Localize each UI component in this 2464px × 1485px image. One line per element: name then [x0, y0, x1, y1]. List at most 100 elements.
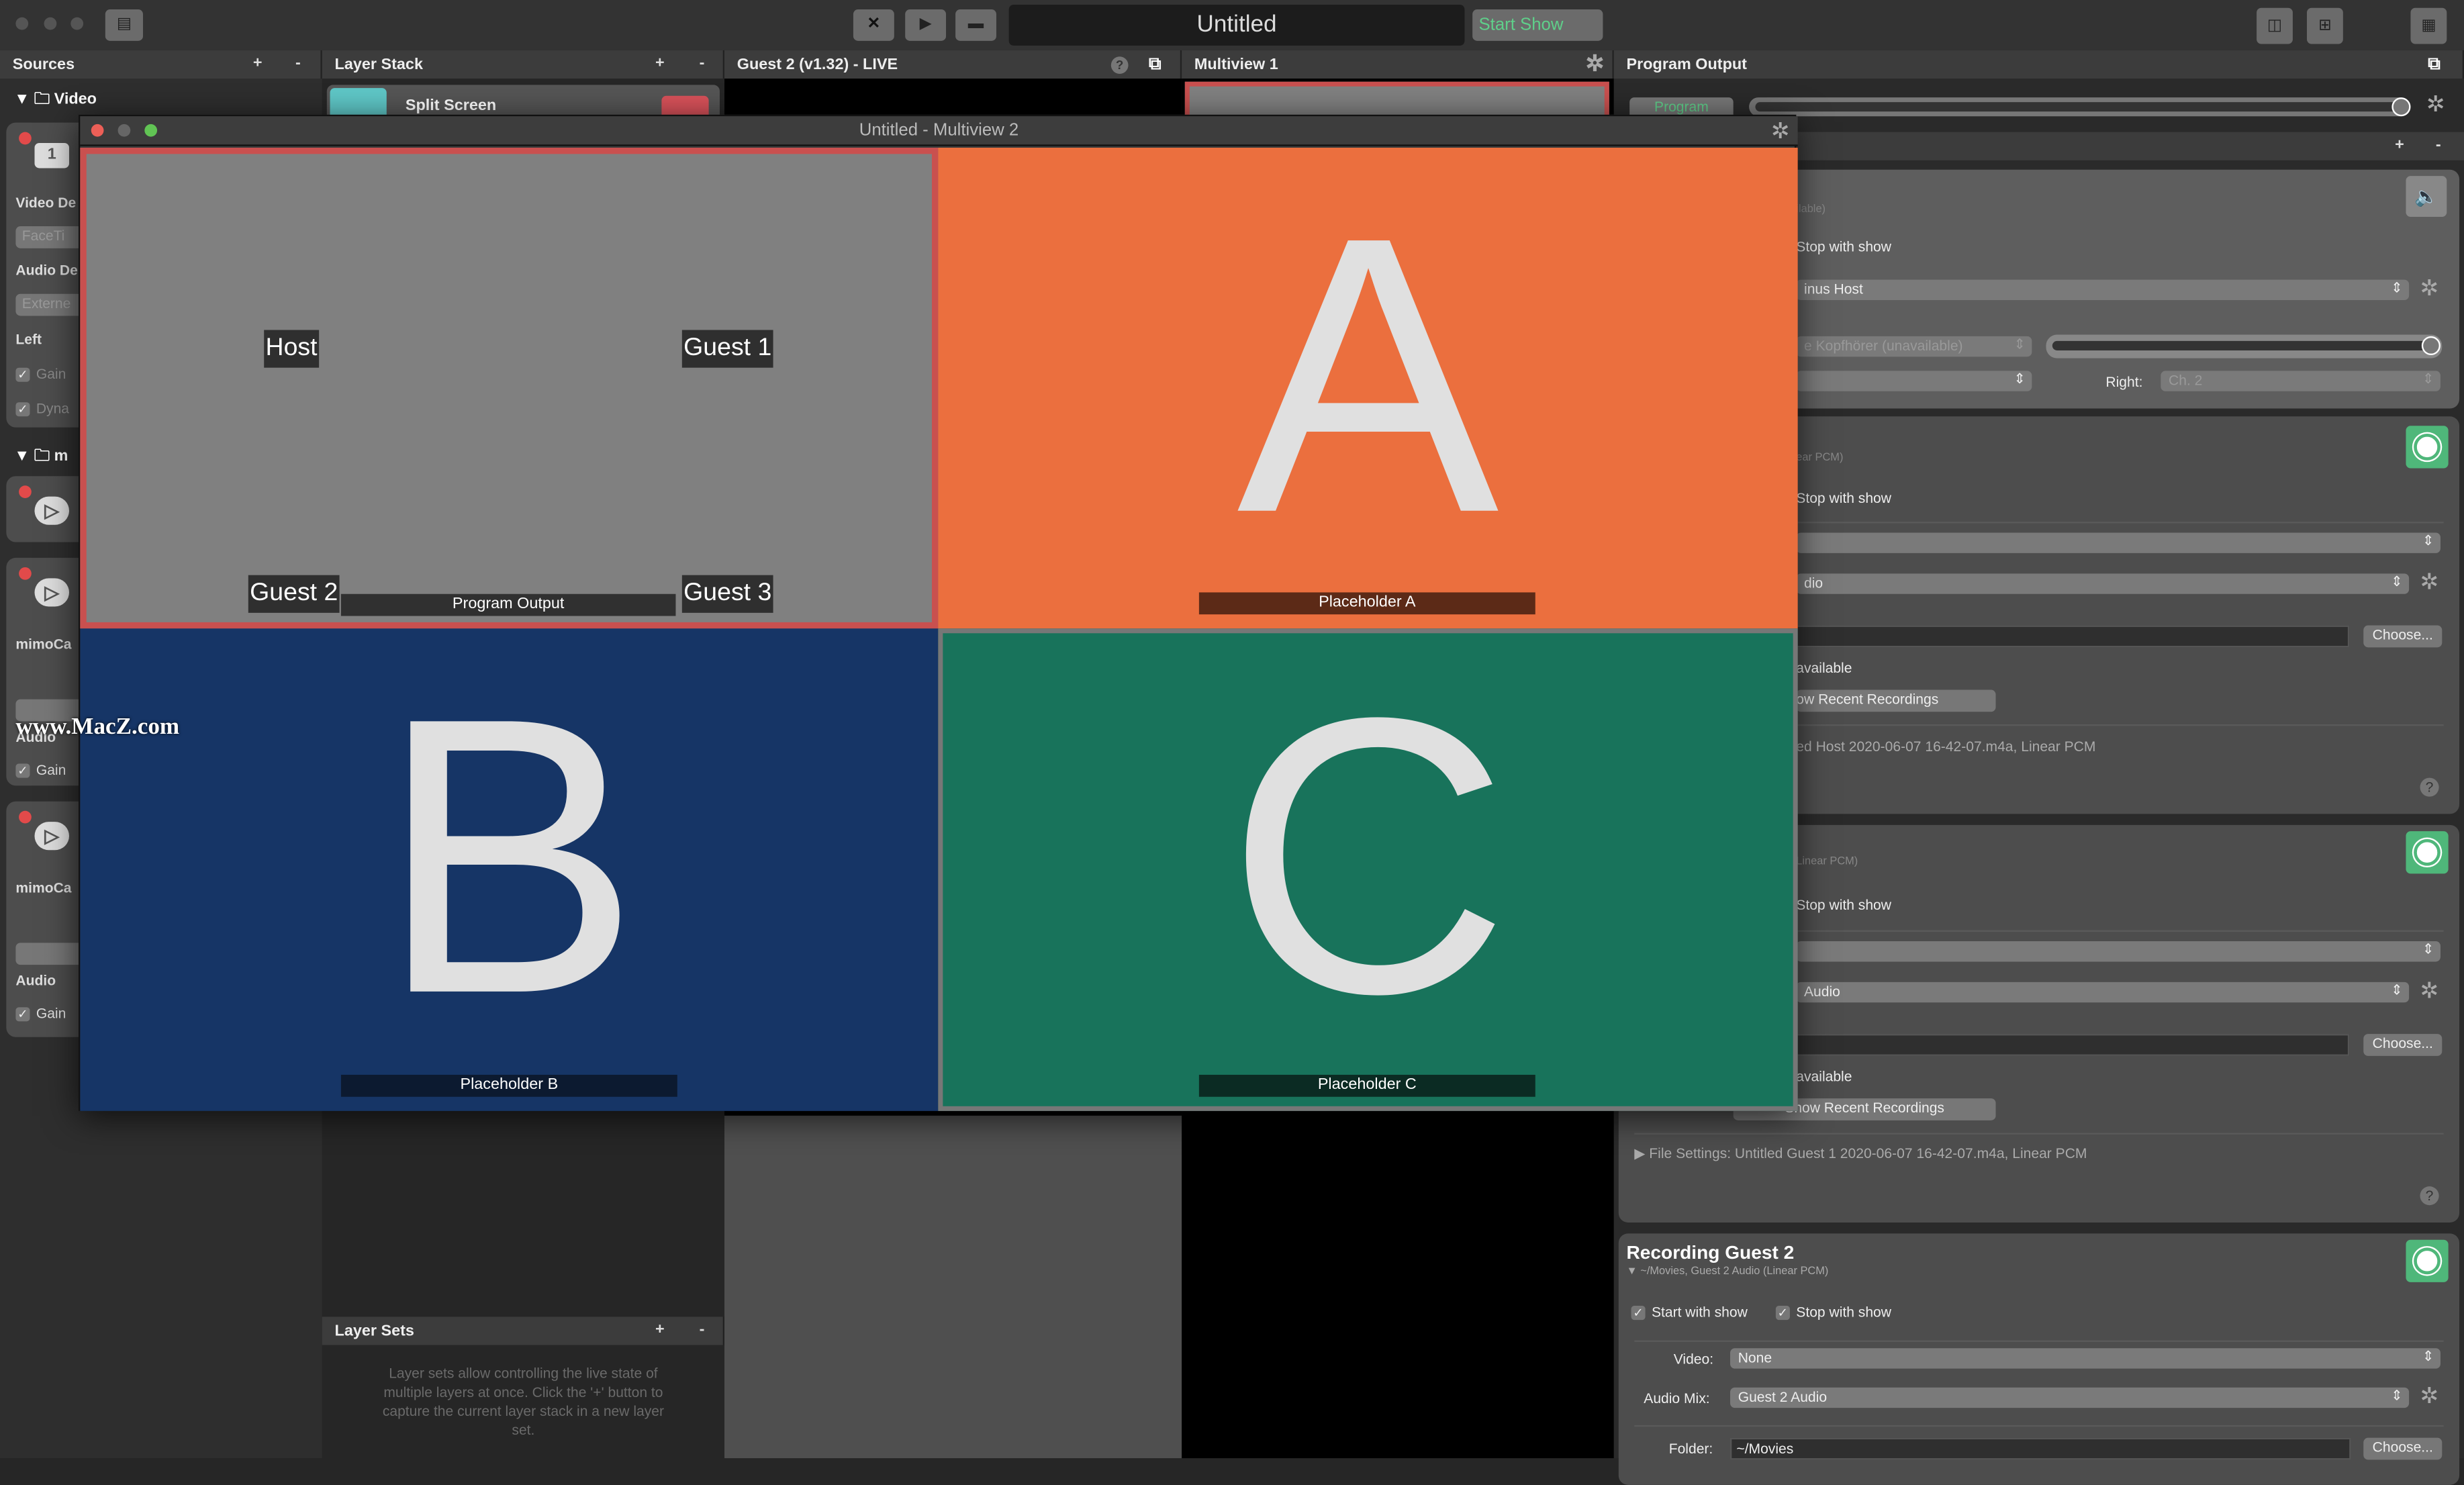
clapper-icon[interactable]: ▬ [955, 9, 996, 41]
add-layer-set-button[interactable]: + [655, 1321, 665, 1339]
preview-header: Guest 2 (v1.32) - LIVE ? ⧉ [724, 50, 1182, 79]
add-output-button[interactable]: + [2395, 137, 2404, 154]
preview-title: Guest 2 (v1.32) - LIVE [737, 56, 898, 75]
sidebar-toggle-icon[interactable]: ▤ [105, 9, 143, 41]
disclosure-triangle-icon: ▶ [1634, 1145, 1650, 1161]
audio-mix-select[interactable]: dio [1796, 573, 2410, 594]
speaker-icon[interactable]: 🔈 [2406, 176, 2447, 218]
placeholder-letter: B [378, 636, 641, 1075]
popout-icon[interactable]: ⧉ [1149, 55, 1161, 75]
card-subtitle[interactable]: ▼ ~/Movies, Guest 2 Audio (Linear PCM) [1627, 1267, 1829, 1278]
zoom-button[interactable] [70, 17, 84, 30]
gear-icon[interactable]: ✲ [2420, 1383, 2438, 1410]
source-tag-host: Host [264, 330, 319, 368]
group-video[interactable]: ▼ 🗀 Video [14, 88, 97, 115]
record-button[interactable] [2406, 831, 2449, 874]
layer-sets-header: Layer Sets + - [322, 1316, 725, 1345]
transition-icon[interactable]: ✕ [853, 9, 894, 41]
gain-checkbox[interactable]: ✓ Gain [15, 1006, 66, 1022]
left-channel-select[interactable] [1796, 371, 2032, 391]
file-settings[interactable]: ▶ File Settings: Untitled Guest 1 2020-0… [1634, 1145, 2087, 1163]
sources-title: Sources [12, 56, 75, 75]
show-recent-recordings-button[interactable]: ow Recent Recordings [1796, 689, 1996, 712]
layer-sets-empty-text: Layer sets allow controlling the live st… [322, 1345, 725, 1459]
gear-icon[interactable]: ✲ [2420, 977, 2438, 1004]
stop-with-show-checkbox[interactable]: Stop with show [1796, 239, 1891, 254]
file-settings[interactable]: ed Host 2020-06-07 16-42-07.m4a, Linear … [1796, 738, 2095, 754]
multiview2-titlebar[interactable]: Untitled - Multiview 2 ✲ [80, 116, 1798, 146]
record-button[interactable] [2406, 1239, 2449, 1282]
group-mimo[interactable]: ▼ 🗀 m [14, 444, 68, 471]
multiview-cell-placeholder-c[interactable]: C Placeholder C [938, 628, 1798, 1111]
program-volume-slider[interactable] [1749, 97, 2411, 117]
multiview-cell-placeholder-b[interactable]: B Placeholder B [80, 628, 939, 1111]
multiview1-header: Multiview 1 ✲ [1182, 50, 1614, 79]
start-with-show-checkbox[interactable]: ✓ Start with show [1631, 1304, 1748, 1321]
group-mimo-label: m [54, 448, 68, 465]
add-source-button[interactable]: + [253, 55, 263, 73]
source-tag-guest1: Guest 1 [681, 330, 773, 368]
stop-with-show-label: Stop with show [1796, 1304, 1891, 1321]
choose-folder-button[interactable]: Choose... [2363, 1437, 2443, 1460]
popout-icon[interactable]: ⧉ [2428, 55, 2440, 75]
gear-icon[interactable]: ✲ [2420, 569, 2438, 595]
placeholder-letter: A [1237, 155, 1499, 594]
remove-layer-set-button[interactable]: - [700, 1321, 705, 1339]
program-output-header: Program Output ⧉ [1613, 50, 2464, 79]
close-button[interactable] [15, 17, 29, 30]
source-tag-guest2: Guest 2 [248, 575, 340, 613]
multiview2-title: Untitled - Multiview 2 [859, 121, 1019, 140]
gain-checkbox[interactable]: ✓ Gain [15, 762, 66, 778]
output-device-select[interactable]: e Kopfhörer (unavailable) [1796, 336, 2032, 357]
video-select[interactable]: None [1730, 1348, 2441, 1369]
multiview-cell-placeholder-a[interactable]: A Placeholder A [938, 148, 1798, 629]
audio-mix-select[interactable]: Audio [1796, 981, 2410, 1003]
record-button[interactable] [2406, 426, 2449, 469]
multiview1-title: Multiview 1 [1194, 56, 1278, 75]
gear-icon[interactable]: ✲ [1586, 50, 1604, 77]
dynamics-checkbox[interactable]: ✓ Dyna [15, 400, 70, 417]
folder-field[interactable]: ~/Movies [1730, 1437, 2351, 1460]
card-subtitle: ear PCM) [1796, 452, 1844, 464]
stop-with-show-checkbox[interactable]: Stop with show [1796, 490, 1891, 506]
video-select[interactable] [1796, 941, 2441, 962]
play-icon[interactable]: ▶ [905, 9, 947, 41]
gain-checkbox[interactable]: ✓ Gain [15, 366, 66, 382]
layout-grid-icon[interactable]: ⊞ [2307, 7, 2343, 44]
folder-field[interactable] [1796, 1034, 2350, 1056]
gear-icon[interactable]: ✲ [2426, 91, 2445, 118]
stop-with-show-checkbox[interactable]: Stop with show [1796, 897, 1891, 912]
multiview-cell-program-output[interactable]: Host Guest 1 Guest 2 Guest 3 Program Out… [80, 148, 939, 629]
notes-icon[interactable]: ▦ [2410, 7, 2447, 44]
choose-folder-button[interactable]: Choose... [2363, 1034, 2443, 1056]
gain-label: Gain [36, 762, 66, 778]
camera-icon: 1 [34, 142, 69, 169]
help-icon[interactable]: ? [2420, 777, 2439, 797]
dynamics-label: Dyna [36, 400, 70, 417]
gear-icon[interactable]: ✲ [2420, 275, 2438, 302]
audio-device-label: Audio De [15, 262, 78, 279]
help-icon[interactable]: ? [2420, 1186, 2439, 1206]
minimize-button[interactable] [44, 17, 57, 30]
slider-thumb[interactable] [2421, 336, 2441, 355]
watermark: www.MacZ.com [15, 714, 180, 740]
choose-folder-button[interactable]: Choose... [2363, 625, 2443, 648]
remove-source-button[interactable]: - [295, 55, 301, 73]
stop-with-show-checkbox[interactable]: ✓ Stop with show [1775, 1304, 1891, 1321]
output-volume-slider[interactable] [2046, 334, 2443, 358]
video-label: Video: [1673, 1351, 1714, 1368]
video-select[interactable] [1796, 532, 2441, 553]
help-icon[interactable]: ? [1110, 56, 1129, 75]
remove-output-button[interactable]: - [2436, 137, 2441, 154]
gear-icon[interactable]: ✲ [1771, 118, 1789, 145]
start-show-button[interactable]: Start Show [1472, 9, 1603, 41]
audio-mix-select[interactable]: Guest 2 Audio [1730, 1387, 2410, 1408]
layout-single-icon[interactable]: ◫ [2257, 7, 2293, 44]
audio-mix-select[interactable]: inus Host [1796, 279, 2410, 301]
mimo-icon: ▷ [34, 578, 69, 607]
slider-thumb[interactable] [2391, 97, 2411, 117]
add-layer-button[interactable]: + [655, 55, 665, 73]
remove-layer-button[interactable]: - [700, 55, 705, 73]
right-channel-select[interactable]: Ch. 2 [2161, 371, 2441, 391]
folder-field[interactable] [1796, 625, 2350, 648]
